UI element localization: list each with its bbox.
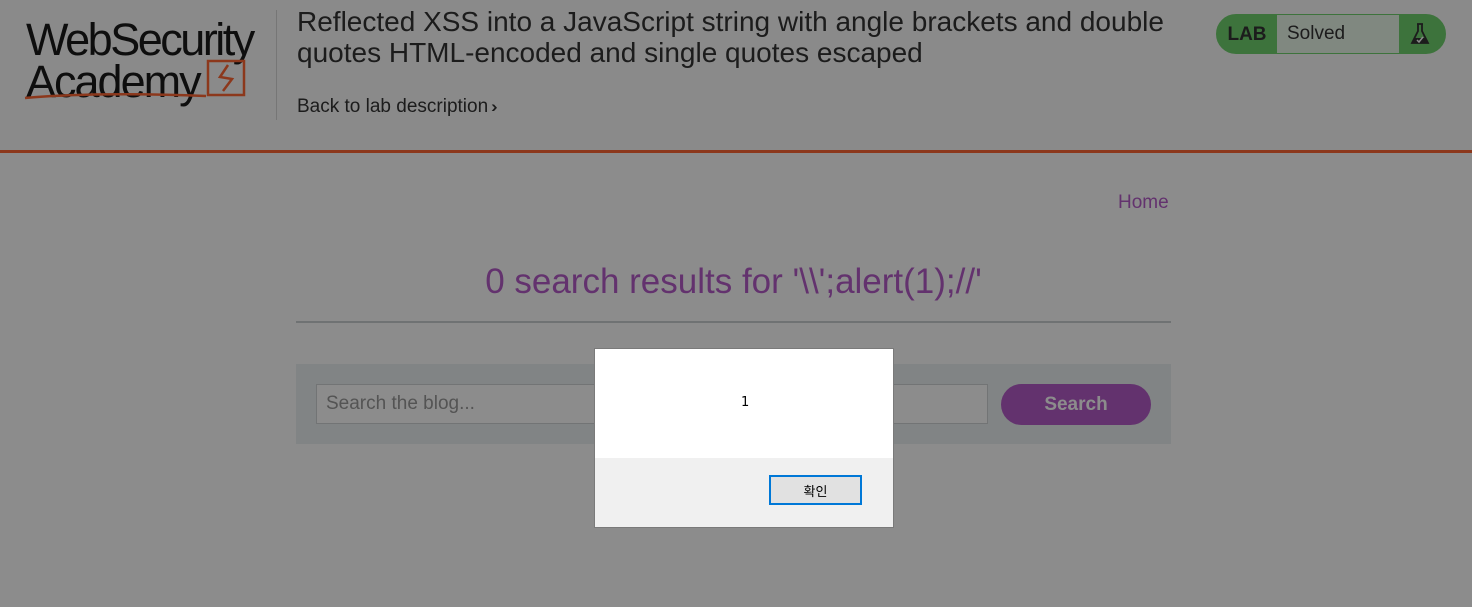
alert-ok-button[interactable]: 확인 xyxy=(769,475,862,505)
alert-message: 1 xyxy=(741,395,750,410)
alert-dialog: 1 확인 xyxy=(594,348,894,528)
alert-message-area: 1 xyxy=(595,349,893,458)
